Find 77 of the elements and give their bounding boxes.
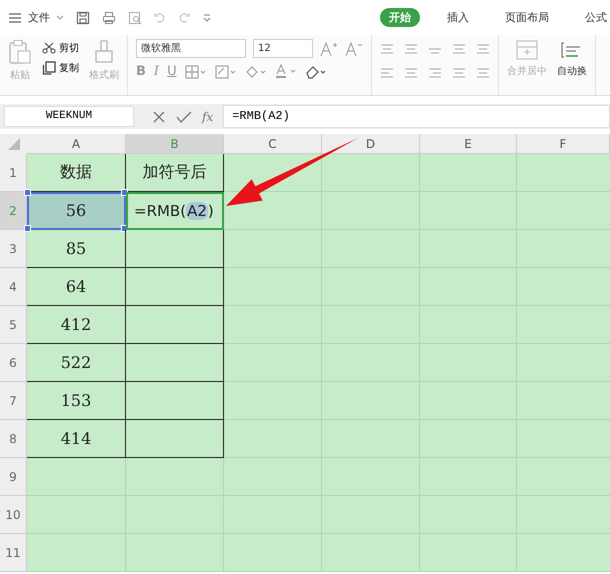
column-header[interactable]: A <box>27 134 126 154</box>
column-header[interactable]: D <box>322 134 420 154</box>
check-icon[interactable] <box>176 110 192 124</box>
row-header[interactable]: 6 <box>0 344 27 382</box>
align-icon[interactable] <box>476 67 490 79</box>
table-cell: 加符号后 <box>126 154 224 192</box>
name-box[interactable]: WEEKNUM <box>4 106 134 127</box>
table-cell: 414 <box>27 420 126 458</box>
table-cell: 522 <box>27 344 126 382</box>
ribbon-tab[interactable]: 开始 <box>380 8 420 27</box>
row-header[interactable]: 11 <box>0 534 27 572</box>
column-header[interactable]: F <box>517 134 610 154</box>
align-icon[interactable] <box>452 67 466 79</box>
font-color-icon[interactable] <box>274 64 297 79</box>
empty-cell[interactable] <box>126 344 224 382</box>
cut-button[interactable]: 剪切 <box>59 41 79 55</box>
redo-icon[interactable] <box>178 12 190 24</box>
shrink-font-icon[interactable] <box>345 40 363 56</box>
clipboard-icon[interactable] <box>8 39 32 65</box>
scissors-icon[interactable] <box>42 42 56 54</box>
table-cell: 153 <box>27 382 126 420</box>
dropdown-icon[interactable] <box>202 12 212 22</box>
italic-button[interactable]: I <box>154 64 160 79</box>
align-icon[interactable] <box>404 43 418 55</box>
column-header[interactable]: C <box>224 134 322 154</box>
empty-cell[interactable] <box>126 420 224 458</box>
fill-icon[interactable] <box>214 64 237 78</box>
row-header[interactable]: 10 <box>0 496 27 534</box>
menu-icon[interactable] <box>8 12 22 24</box>
font-size-select[interactable]: 12 <box>253 39 313 58</box>
grow-font-icon[interactable] <box>320 40 338 56</box>
align-icon[interactable] <box>404 67 418 79</box>
row-header[interactable]: 3 <box>0 230 27 268</box>
ribbon-tab[interactable]: 插入 <box>438 8 478 27</box>
row-header[interactable]: 1 <box>0 154 27 192</box>
formula-cell[interactable]: =RMB(A2) <box>126 192 224 230</box>
eraser-icon[interactable] <box>304 64 327 78</box>
brush-icon[interactable] <box>93 39 115 65</box>
copy-button[interactable]: 复制 <box>59 61 79 75</box>
border-icon[interactable] <box>184 64 207 78</box>
print-icon[interactable] <box>102 10 116 24</box>
cancel-icon[interactable] <box>152 110 166 124</box>
file-menu[interactable]: 文件 <box>28 10 50 25</box>
save-icon[interactable] <box>76 10 90 24</box>
empty-cell[interactable] <box>126 382 224 420</box>
row-header[interactable]: 7 <box>0 382 27 420</box>
formula-input[interactable]: =RMB(A2) <box>223 105 610 128</box>
bucket-icon[interactable] <box>244 64 267 78</box>
empty-cell[interactable] <box>126 268 224 306</box>
font-select[interactable]: 微软雅黑 <box>136 39 246 58</box>
undo-icon[interactable] <box>154 12 166 24</box>
copy-icon[interactable] <box>42 61 56 75</box>
row-header[interactable]: 9 <box>0 458 27 496</box>
wrap-text-button[interactable]: 自动换 <box>557 64 587 78</box>
preview-icon[interactable] <box>128 10 142 24</box>
merge-icon[interactable] <box>516 39 538 61</box>
empty-cell[interactable] <box>126 230 224 268</box>
align-icon[interactable] <box>380 43 394 55</box>
bold-button[interactable]: B <box>136 64 146 79</box>
table-cell: 85 <box>27 230 126 268</box>
chevron-icon[interactable] <box>56 14 64 20</box>
column-header[interactable]: E <box>420 134 517 154</box>
align-icon[interactable] <box>380 67 394 79</box>
align-icon[interactable] <box>476 43 490 55</box>
empty-cell[interactable] <box>126 306 224 344</box>
table-cell: 412 <box>27 306 126 344</box>
row-header[interactable]: 5 <box>0 306 27 344</box>
ribbon-tab[interactable]: 公式 <box>576 8 610 27</box>
row-header[interactable]: 4 <box>0 268 27 306</box>
underline-button[interactable]: U <box>167 64 177 79</box>
ribbon-tab[interactable]: 页面布局 <box>496 8 558 27</box>
row-header[interactable]: 8 <box>0 420 27 458</box>
table-cell: 64 <box>27 268 126 306</box>
align-icon[interactable] <box>428 67 442 79</box>
table-cell: 56 <box>27 192 126 230</box>
align-icon[interactable] <box>452 43 466 55</box>
insert-function-button[interactable]: fx <box>202 110 214 124</box>
